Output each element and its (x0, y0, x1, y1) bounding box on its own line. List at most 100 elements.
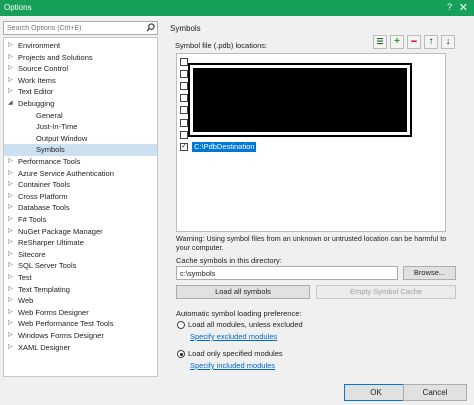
tree-item-label: Container Tools (18, 180, 70, 190)
tree-item-label: Output Window (36, 133, 88, 143)
tree-item-label: Sitecore (18, 249, 46, 259)
location-checkbox[interactable] (180, 70, 188, 79)
radio-load-specified[interactable] (177, 350, 185, 358)
filter-list-button[interactable]: ☰ (373, 35, 387, 49)
location-checkbox[interactable] (180, 130, 188, 139)
browse-button[interactable]: Browse... (403, 266, 456, 280)
included-modules-link[interactable]: Specify included modules (190, 361, 275, 370)
expand-arrow-icon[interactable]: ▷ (8, 75, 16, 87)
tree-item[interactable]: ▷ Azure Service Authentication (4, 168, 157, 180)
ok-button[interactable]: OK (344, 384, 408, 401)
tree-item[interactable]: ▷ Source Control (4, 63, 157, 75)
tree-item[interactable]: Symbols (4, 144, 157, 156)
help-icon[interactable]: ? (447, 2, 452, 12)
cancel-button[interactable]: Cancel (403, 384, 467, 401)
location-checkbox[interactable] (180, 106, 188, 115)
tree-item[interactable]: ▷ Container Tools (4, 179, 157, 191)
tree-item[interactable]: ▷ Windows Forms Designer (4, 330, 157, 342)
expand-arrow-icon[interactable]: ▷ (8, 168, 16, 180)
tree-item-label: Web (18, 296, 34, 306)
cache-label: Cache symbols in this directory: (176, 256, 282, 265)
expand-arrow-icon[interactable]: ▷ (8, 63, 16, 75)
search-input[interactable] (4, 22, 144, 34)
expand-arrow-icon[interactable]: ▷ (8, 214, 16, 226)
tree-item[interactable]: ▷ Environment (4, 40, 157, 52)
tree-item[interactable]: ▷ XAML Designer (4, 342, 157, 354)
tree-item-label: Just-In-Time (36, 122, 78, 132)
expand-arrow-icon[interactable]: ▷ (8, 342, 16, 354)
expand-arrow-icon[interactable]: ▷ (8, 330, 16, 342)
tree-item-label: ReSharper Ultimate (18, 238, 84, 248)
expand-arrow-icon[interactable]: ▷ (8, 52, 16, 64)
tree-item[interactable]: Output Window (4, 133, 157, 145)
expand-arrow-icon[interactable]: ▷ (8, 260, 16, 272)
expand-arrow-icon[interactable]: ▷ (8, 307, 16, 319)
tree-item[interactable]: ▷ Performance Tools (4, 156, 157, 168)
tree-item-label: Database Tools (18, 203, 70, 213)
tree-item[interactable]: ▷ Sitecore (4, 249, 157, 261)
location-checkbox[interactable] (180, 118, 188, 127)
excluded-modules-link[interactable]: Specify excluded modules (190, 332, 277, 341)
radio-load-all-label: Load all modules, unless excluded (188, 320, 303, 329)
location-path: C:\PdbDestination (192, 141, 257, 152)
tree-item[interactable]: ▷ Work Items (4, 75, 157, 87)
move-down-button[interactable]: ↓ (441, 35, 455, 49)
warning-text: Warning: Using symbol files from an unkn… (176, 234, 447, 252)
load-all-symbols-button[interactable]: Load all symbols (176, 285, 310, 299)
expand-arrow-icon[interactable]: ▷ (8, 272, 16, 284)
tree-item[interactable]: ▷ Text Templating (4, 284, 157, 296)
expand-arrow-icon[interactable]: ▷ (8, 318, 16, 330)
expand-arrow-icon[interactable]: ▷ (8, 226, 16, 238)
expand-arrow-icon[interactable]: ▷ (8, 202, 16, 214)
move-up-button[interactable]: ↑ (424, 35, 438, 49)
radio-load-all[interactable] (177, 321, 185, 329)
expand-arrow-icon[interactable]: ▷ (8, 295, 16, 307)
collapse-arrow-icon[interactable]: ◢ (8, 98, 16, 110)
tree-item[interactable]: Just-In-Time (4, 121, 157, 133)
window-title: Options (4, 3, 32, 12)
tree-item[interactable]: ◢ Debugging (4, 98, 157, 110)
tree-item[interactable]: ▷ Web Performance Test Tools (4, 318, 157, 330)
location-checkbox[interactable] (180, 58, 188, 66)
search-icon[interactable] (146, 23, 155, 32)
tree-item[interactable]: ▷ Web Forms Designer (4, 307, 157, 319)
tree-item-label: Web Performance Test Tools (18, 319, 114, 329)
tree-item-label: Text Editor (18, 87, 54, 97)
location-checkbox[interactable] (180, 82, 188, 91)
location-checkbox[interactable] (180, 94, 188, 103)
expand-arrow-icon[interactable]: ▷ (8, 237, 16, 249)
tree-item[interactable]: ▷ Projects and Solutions (4, 52, 157, 64)
expand-arrow-icon[interactable]: ▷ (8, 249, 16, 261)
cache-directory-input[interactable] (176, 266, 398, 280)
symbol-location-row[interactable]: ✓ C:\PdbDestination (178, 141, 444, 153)
tree-item[interactable]: ▷ Database Tools (4, 202, 157, 214)
filter-list-icon: ☰ (376, 37, 384, 46)
expand-arrow-icon[interactable]: ▷ (8, 86, 16, 98)
tree-item-label: Azure Service Authentication (18, 168, 114, 178)
tree-item[interactable]: ▷ ReSharper Ultimate (4, 237, 157, 249)
tree-item[interactable]: ▷ Cross Platform (4, 191, 157, 203)
add-location-button[interactable]: + (390, 35, 404, 49)
remove-location-button[interactable]: ━ (407, 35, 421, 49)
options-tree[interactable]: ▷ Environment ▷ Projects and Solutions ▷ Sour… (3, 37, 158, 377)
tree-item[interactable]: General (4, 110, 157, 122)
empty-symbol-cache-button[interactable]: Empty Symbol Cache (316, 285, 456, 299)
tree-item-label: Source Control (18, 64, 69, 74)
tree-item[interactable]: ▷ NuGet Package Manager (4, 226, 157, 238)
close-icon[interactable]: ✕ (459, 1, 468, 14)
tree-item[interactable]: ▷ Web (4, 295, 157, 307)
expand-arrow-icon[interactable]: ▷ (8, 284, 16, 296)
expand-arrow-icon[interactable]: ▷ (8, 191, 16, 203)
expand-arrow-icon[interactable]: ▷ (8, 40, 16, 52)
tree-item[interactable]: ▷ F# Tools (4, 214, 157, 226)
tree-item-label: Environment (18, 41, 61, 50)
tree-item[interactable]: ▷ SQL Server Tools (4, 260, 157, 272)
tree-item[interactable]: ▷ Text Editor (4, 86, 157, 98)
tree-item-label: Text Templating (18, 284, 70, 294)
tree-item[interactable]: ▷ Test (4, 272, 157, 284)
location-checkbox[interactable]: ✓ (180, 142, 188, 151)
expand-arrow-icon[interactable]: ▷ (8, 179, 16, 191)
expand-arrow-icon[interactable]: ▷ (8, 156, 16, 168)
tree-item-label: SQL Server Tools (18, 261, 77, 271)
tree-item-label: Work Items (18, 75, 56, 85)
